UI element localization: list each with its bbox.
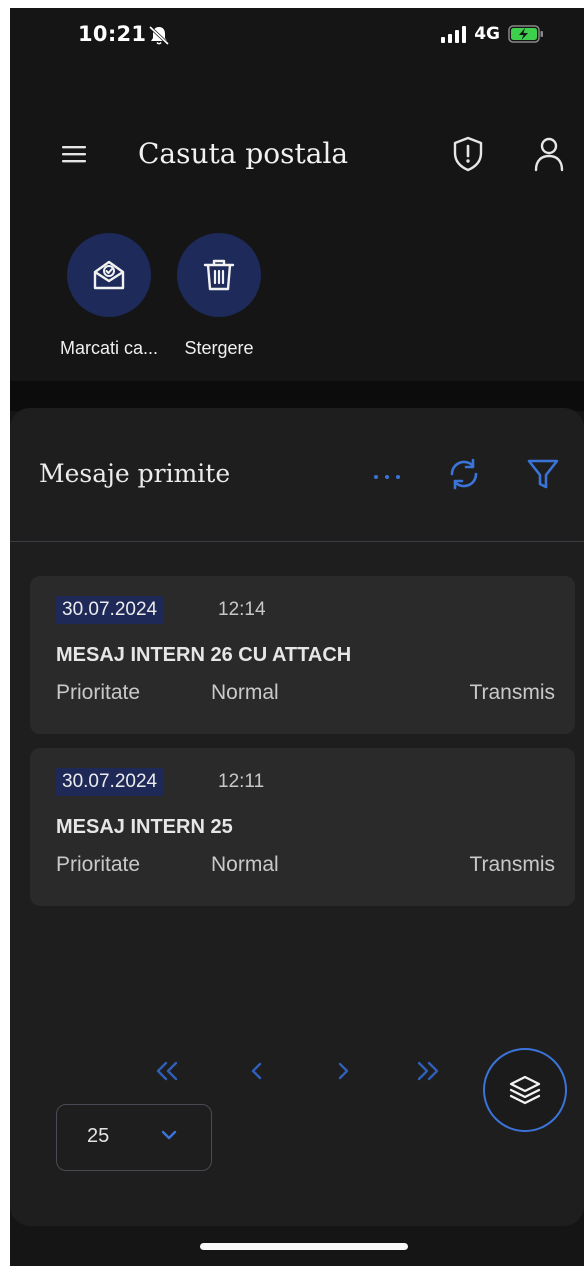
header-divider [10, 541, 584, 542]
priority-value: Normal [211, 853, 279, 876]
priority-label: Prioritate [56, 853, 141, 876]
shield-alert-icon[interactable] [451, 135, 485, 173]
message-date: 30.07.2024 [56, 768, 164, 796]
message-subject: MESAJ INTERN 26 CU ATTACH [56, 644, 352, 666]
message-subject: MESAJ INTERN 25 [56, 816, 233, 838]
delete-label: Stergere [184, 338, 254, 358]
mail-check-icon [93, 260, 125, 290]
status-indicators: 4G [441, 24, 544, 44]
battery-charging-icon [508, 25, 543, 43]
inbox-title: Mesaje primite [39, 459, 231, 488]
message-status: Transmis [469, 681, 555, 704]
status-time: 10:21 [78, 22, 147, 46]
delete-action[interactable]: Stergere [149, 233, 289, 359]
hamburger-icon[interactable] [62, 144, 86, 164]
page-title: Casuta postala [138, 137, 349, 170]
trash-icon [203, 259, 235, 291]
message-date: 30.07.2024 [56, 596, 164, 624]
previous-page-icon[interactable] [241, 1058, 271, 1084]
last-page-icon[interactable] [413, 1058, 443, 1084]
mark-as-button[interactable] [67, 233, 151, 317]
user-icon[interactable] [533, 136, 565, 172]
first-page-icon[interactable] [152, 1058, 182, 1084]
filter-icon[interactable] [525, 456, 561, 492]
network-type: 4G [474, 24, 500, 44]
next-page-icon[interactable] [329, 1058, 359, 1084]
section-separator [10, 381, 584, 411]
more-options-icon[interactable] [372, 474, 402, 480]
refresh-icon[interactable] [446, 456, 482, 492]
bell-mute-icon [148, 25, 170, 46]
layers-icon [509, 1075, 541, 1105]
home-indicator[interactable] [200, 1243, 408, 1250]
page-size-value: 25 [87, 1125, 110, 1147]
app-screen: 10:21 4G Casuta postala Marcati ca... St… [10, 8, 584, 1266]
chevron-down-icon [161, 1130, 177, 1140]
priority-label: Prioritate [56, 681, 141, 704]
message-status: Transmis [469, 853, 555, 876]
message-item[interactable]: 30.07.2024 12:11 MESAJ INTERN 25 Priorit… [30, 748, 575, 906]
message-time: 12:14 [218, 599, 266, 620]
message-item[interactable]: 30.07.2024 12:14 MESAJ INTERN 26 CU ATTA… [30, 576, 575, 734]
inbox-card: Mesaje primite 30.07.2024 12:14 MESAJ IN… [10, 408, 584, 1226]
message-time: 12:11 [218, 771, 265, 792]
priority-value: Normal [211, 681, 279, 704]
delete-button[interactable] [177, 233, 261, 317]
layers-fab-button[interactable] [483, 1048, 567, 1132]
page-size-select[interactable]: 25 [56, 1104, 212, 1171]
signal-icon [441, 25, 467, 43]
